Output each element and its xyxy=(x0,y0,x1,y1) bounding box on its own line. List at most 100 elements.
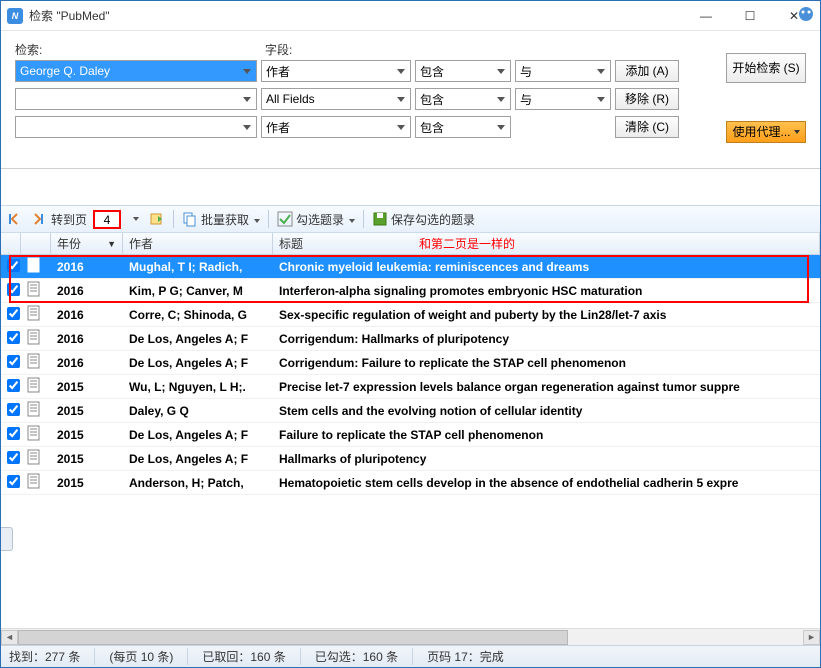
table-row[interactable]: 2016Kim, P G; Canver, MInterferon-alpha … xyxy=(1,279,820,303)
header-year[interactable]: 年份 ▼ xyxy=(51,233,123,254)
cell-year: 2016 xyxy=(51,284,123,298)
start-search-button[interactable]: 开始检索 (S) xyxy=(726,53,806,83)
cell-year: 2016 xyxy=(51,308,123,322)
row-checkbox[interactable] xyxy=(7,355,20,368)
row-checkbox[interactable] xyxy=(7,403,20,416)
label-field: 字段: xyxy=(265,41,415,58)
cell-title: Failure to replicate the STAP cell pheno… xyxy=(273,428,820,442)
minimize-button[interactable]: — xyxy=(692,6,720,26)
search-input-3[interactable] xyxy=(15,116,257,138)
cell-title: Precise let-7 expression levels balance … xyxy=(273,380,820,394)
table-row[interactable]: 2015Wu, L; Nguyen, L H;.Precise let-7 ex… xyxy=(1,375,820,399)
check-records-button[interactable]: 勾选题录 xyxy=(277,211,355,228)
scroll-left-icon[interactable]: ◄ xyxy=(1,630,18,645)
search-input-2[interactable] xyxy=(15,88,257,110)
cell-author: Daley, G Q xyxy=(123,404,273,418)
doc-icon xyxy=(21,305,51,324)
row-checkbox[interactable] xyxy=(7,307,20,320)
status-page: 页码 17：完成 xyxy=(427,648,504,665)
condition-select-1[interactable]: 包含 xyxy=(415,60,511,82)
row-checkbox[interactable] xyxy=(7,283,20,296)
next-page-icon[interactable] xyxy=(29,211,45,227)
cell-year: 2015 xyxy=(51,404,123,418)
row-checkbox[interactable] xyxy=(7,379,20,392)
operator-select-1[interactable]: 与 xyxy=(515,60,611,82)
cell-author: Mughal, T I; Radich, xyxy=(123,260,273,274)
doc-icon xyxy=(21,425,51,444)
status-bar: 找到：277 条 (每页 10 条) 已取回：160 条 已勾选：160 条 页… xyxy=(1,645,820,667)
row-checkbox[interactable] xyxy=(7,475,20,488)
field-select-1[interactable]: 作者 xyxy=(261,60,411,82)
header-icon xyxy=(21,233,51,254)
status-found: 找到：277 条 xyxy=(9,648,95,665)
status-perpage: (每页 10 条) xyxy=(109,648,188,665)
header-author[interactable]: 作者 xyxy=(123,233,273,254)
cell-author: De Los, Angeles A; F xyxy=(123,452,273,466)
save-icon xyxy=(372,211,388,227)
row-checkbox[interactable] xyxy=(7,451,20,464)
cell-year: 2016 xyxy=(51,260,123,274)
cell-year: 2016 xyxy=(51,332,123,346)
header-title[interactable]: 标题 xyxy=(273,233,820,254)
status-checked: 已勾选：160 条 xyxy=(315,648,413,665)
cell-author: De Los, Angeles A; F xyxy=(123,332,273,346)
clear-button[interactable]: 清除 (C) xyxy=(615,116,679,138)
search-input-1[interactable]: George Q. Daley xyxy=(15,60,257,82)
field-select-2[interactable]: All Fields xyxy=(261,88,411,110)
cell-year: 2015 xyxy=(51,452,123,466)
condition-select-2[interactable]: 包含 xyxy=(415,88,511,110)
search-panel: 检索: 字段: George Q. Daley 作者 包含 与 添加 (A) A… xyxy=(1,31,820,169)
condition-select-3[interactable]: 包含 xyxy=(415,116,511,138)
cell-title: Chronic myeloid leukemia: reminiscences … xyxy=(273,260,820,274)
annotation-text: 和第二页是一样的 xyxy=(419,233,515,255)
scrollbar-thumb[interactable] xyxy=(18,630,568,645)
cell-year: 2015 xyxy=(51,476,123,490)
table-row[interactable]: 2016Corre, C; Shinoda, GSex-specific reg… xyxy=(1,303,820,327)
row-checkbox[interactable] xyxy=(7,427,20,440)
table-row[interactable]: 2016Mughal, T I; Radich,Chronic myeloid … xyxy=(1,255,820,279)
operator-select-2[interactable]: 与 xyxy=(515,88,611,110)
doc-icon xyxy=(21,329,51,348)
cell-title: Hallmarks of pluripotency xyxy=(273,452,820,466)
cell-author: De Los, Angeles A; F xyxy=(123,428,273,442)
info-icon[interactable] xyxy=(798,6,814,22)
row-checkbox[interactable] xyxy=(7,259,20,272)
table-row[interactable]: 2015De Los, Angeles A; FHallmarks of plu… xyxy=(1,447,820,471)
table-row[interactable]: 2015De Los, Angeles A; FFailure to repli… xyxy=(1,423,820,447)
page-dropdown-icon[interactable] xyxy=(127,211,143,227)
row-checkbox[interactable] xyxy=(7,331,20,344)
remove-button[interactable]: 移除 (R) xyxy=(615,88,679,110)
table-row[interactable]: 2016De Los, Angeles A; FCorrigendum: Hal… xyxy=(1,327,820,351)
doc-icon xyxy=(21,377,51,396)
header-checkbox[interactable] xyxy=(1,233,21,254)
prev-page-icon[interactable] xyxy=(7,211,23,227)
field-select-3[interactable]: 作者 xyxy=(261,116,411,138)
batch-fetch-button[interactable]: 批量获取 xyxy=(182,211,260,228)
table-row[interactable]: 2015Daley, G QStem cells and the evolvin… xyxy=(1,399,820,423)
scroll-right-icon[interactable]: ► xyxy=(803,630,820,645)
doc-icon xyxy=(21,401,51,420)
table-row[interactable]: 2016De Los, Angeles A; FCorrigendum: Fai… xyxy=(1,351,820,375)
table-row[interactable]: 2015Anderson, H; Patch,Hematopoietic ste… xyxy=(1,471,820,495)
cell-title: Sex-specific regulation of weight and pu… xyxy=(273,308,820,322)
cell-author: Kim, P G; Canver, M xyxy=(123,284,273,298)
use-proxy-button[interactable]: 使用代理... xyxy=(726,121,806,143)
app-icon: N xyxy=(7,8,23,24)
cell-title: Corrigendum: Failure to replicate the ST… xyxy=(273,356,820,370)
page-input[interactable]: 4 xyxy=(93,210,121,229)
cell-year: 2015 xyxy=(51,380,123,394)
cell-title: Stem cells and the evolving notion of ce… xyxy=(273,404,820,418)
doc-icon xyxy=(21,449,51,468)
doc-icon xyxy=(21,473,51,492)
window-title: 检索 "PubMed" xyxy=(29,7,692,24)
horizontal-scrollbar[interactable]: ◄ ► xyxy=(1,628,820,645)
goto-page-label: 转到页 xyxy=(51,211,87,228)
save-checked-button[interactable]: 保存勾选的题录 xyxy=(372,211,475,228)
go-icon[interactable] xyxy=(149,211,165,227)
cell-author: Wu, L; Nguyen, L H;. xyxy=(123,380,273,394)
side-handle[interactable] xyxy=(1,527,13,551)
maximize-button[interactable]: ☐ xyxy=(736,6,764,26)
label-search: 检索: xyxy=(15,41,261,58)
status-fetched: 已取回：160 条 xyxy=(202,648,300,665)
add-button[interactable]: 添加 (A) xyxy=(615,60,679,82)
